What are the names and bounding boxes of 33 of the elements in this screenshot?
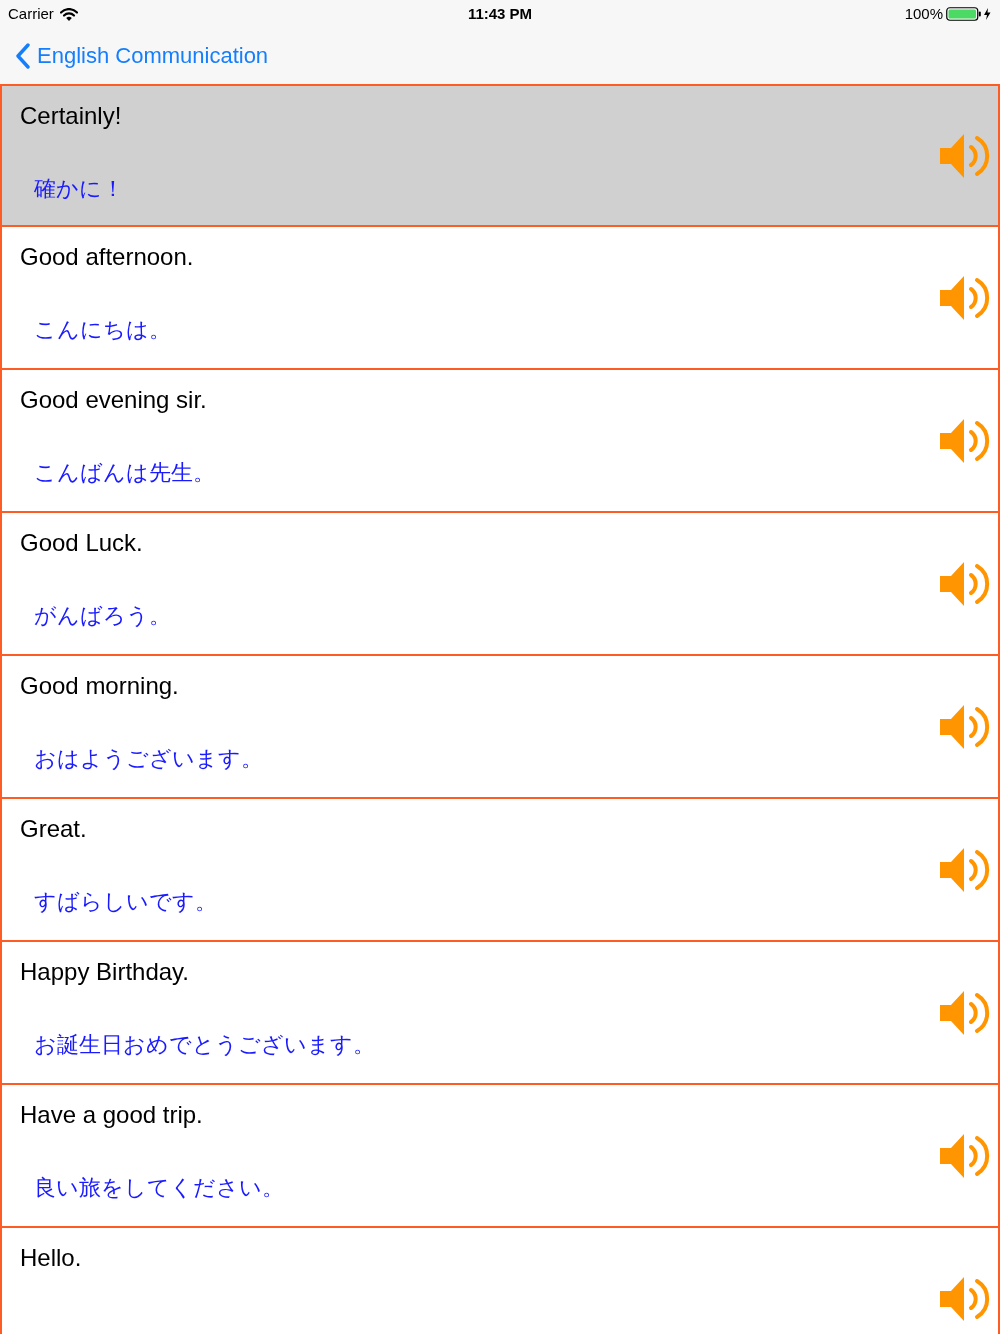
phrase-row[interactable]: Good evening sir. こんばんは先生。 [0, 370, 1000, 513]
english-phrase: Hello. [19, 1243, 82, 1273]
phrase-row[interactable]: Good afternoon. こんにちは。 [0, 227, 1000, 370]
wifi-icon [59, 7, 78, 21]
japanese-translation: お誕生日おめでとうございます。 [34, 1031, 375, 1059]
phrase-row[interactable]: Good Luck. がんばろう。 [0, 513, 1000, 656]
battery-percentage: 100% [904, 3, 943, 24]
japanese-translation: こんばんは先生。 [34, 459, 215, 487]
english-phrase: Happy Birthday. [19, 957, 189, 987]
english-phrase: Have a good trip. [19, 1100, 203, 1130]
english-phrase: Certainly! [19, 101, 122, 131]
chevron-left-icon [15, 43, 31, 69]
battery-charging-icon [946, 7, 992, 21]
japanese-translation: すばらしいです。 [34, 888, 217, 916]
phrase-row[interactable]: Hello. [0, 1228, 1000, 1334]
japanese-translation: こんにちは。 [34, 316, 171, 344]
english-phrase: Great. [19, 814, 87, 844]
english-phrase: Good Luck. [19, 528, 143, 558]
english-phrase: Good evening sir. [19, 385, 207, 415]
status-time: 11:43 PM [467, 3, 533, 24]
phrase-row[interactable]: Certainly! 確かに！ [0, 84, 1000, 227]
phrase-row[interactable]: Good morning. おはようございます。 [0, 656, 1000, 799]
carrier-label: Carrier [8, 3, 54, 24]
english-phrase: Good afternoon. [19, 242, 194, 272]
japanese-translation: 良い旅をしてください。 [34, 1174, 284, 1202]
japanese-translation: がんばろう。 [34, 602, 171, 630]
japanese-translation: おはようございます。 [34, 745, 263, 773]
japanese-translation: 確かに！ [34, 175, 124, 203]
english-phrase: Good morning. [19, 671, 179, 701]
phrase-row[interactable]: Great. すばらしいです。 [0, 799, 1000, 942]
phrase-row[interactable]: Happy Birthday. お誕生日おめでとうございます。 [0, 942, 1000, 1085]
phrase-row[interactable]: Have a good trip. 良い旅をしてください。 [0, 1085, 1000, 1228]
back-button[interactable]: English Communication [15, 42, 269, 70]
